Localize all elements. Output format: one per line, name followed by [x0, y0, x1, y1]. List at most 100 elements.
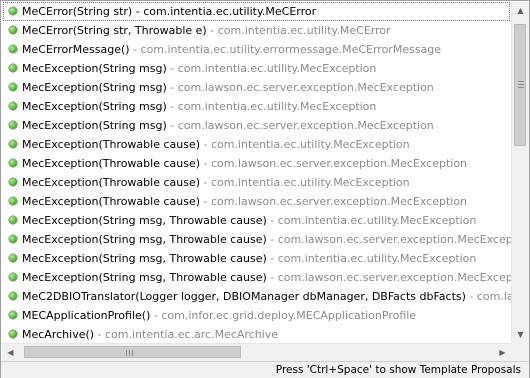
proposal-package: com.lawson.ec.server.exception.MecExcept…: [211, 195, 468, 208]
proposal-separator: -: [166, 62, 178, 75]
proposal-item[interactable]: MeCErrorMessage() - com.intentia.ec.util…: [2, 40, 511, 59]
scroll-down-icon[interactable]: ▼: [512, 326, 529, 343]
vertical-scroll-thumb[interactable]: [514, 24, 526, 146]
public-method-icon: [9, 26, 17, 34]
proposal-item[interactable]: MecArchive() - com.intentia.ec.arc.MecAr…: [2, 325, 511, 343]
proposal-item[interactable]: MecException(String msg) - com.lawson.ec…: [2, 116, 511, 135]
proposal-item[interactable]: MecException(String msg, Throwable cause…: [2, 211, 511, 230]
public-method-icon: [9, 292, 17, 300]
vertical-scrollbar[interactable]: ▲ ▼: [511, 2, 529, 343]
proposal-signature: MeCError(String str, Throwable e): [22, 24, 207, 37]
proposal-signature: MecException(Throwable cause): [22, 138, 201, 151]
proposal-separator: -: [266, 214, 278, 227]
proposal-separator: -: [200, 138, 211, 151]
proposal-item[interactable]: MecException(String msg) - com.intentia.…: [2, 97, 511, 116]
proposal-separator: -: [166, 100, 178, 113]
proposal-package: com.intentia.ec.utility.MecException: [277, 214, 477, 227]
public-method-icon: [9, 273, 17, 281]
proposal-item[interactable]: MecException(String msg, Throwable cause…: [2, 249, 511, 268]
proposal-package: com.lawson.ec.server.exception.MecExcept…: [177, 81, 434, 94]
proposal-package: com.intentia.ec.utility.MecException: [177, 100, 377, 113]
proposal-separator: -: [200, 157, 211, 170]
public-method-icon: [9, 216, 17, 224]
proposal-separator: -: [465, 290, 477, 303]
proposal-separator: -: [150, 309, 162, 322]
proposal-package: com.intentia.ec.utility.MeCError: [143, 5, 317, 18]
proposal-signature: MecException(String msg, Throwable cause…: [22, 233, 267, 246]
scroll-left-icon[interactable]: ◀: [2, 344, 19, 361]
public-method-icon: [9, 45, 17, 53]
proposal-signature: MecException(Throwable cause): [22, 176, 201, 189]
proposal-package: com.lawson.ec.server.exception: [476, 290, 511, 303]
proposal-item[interactable]: MECApplicationProfile() - com.infor.ec.g…: [2, 306, 511, 325]
proposal-item[interactable]: MecException(Throwable cause) - com.inte…: [2, 135, 511, 154]
proposal-separator: -: [266, 271, 278, 284]
proposal-item[interactable]: MecException(String msg) - com.lawson.ec…: [2, 78, 511, 97]
proposal-signature: MecException(Throwable cause): [22, 157, 201, 170]
proposal-signature: MeCError(String str): [22, 5, 133, 18]
proposal-package: com.intentia.ec.arc.MecArchive: [105, 328, 279, 341]
proposal-signature: MECApplicationProfile(): [22, 309, 151, 322]
proposal-package: com.lawson.ec.server.exception.MecExcept…: [211, 157, 468, 170]
horizontal-scroll-thumb[interactable]: [24, 346, 241, 358]
proposal-separator: -: [200, 195, 211, 208]
content-assist-popup: MeCError(String str) - com.intentia.ec.u…: [0, 0, 530, 378]
proposal-package: com.intentia.ec.utility.MecException: [211, 138, 410, 151]
proposal-separator: -: [206, 24, 218, 37]
proposal-package: com.intentia.ec.utility.errormessage.MeC…: [140, 43, 442, 56]
public-method-icon: [9, 330, 17, 338]
public-method-icon: [9, 197, 17, 205]
proposal-package: com.infor.ec.grid.deploy.MECApplicationP…: [161, 309, 417, 322]
proposal-package: com.lawson.ec.server.exception.MecExcept…: [277, 233, 511, 246]
public-method-icon: [9, 83, 17, 91]
public-method-icon: [9, 64, 17, 72]
proposal-signature: MecArchive(): [22, 328, 95, 341]
public-method-icon: [9, 178, 17, 186]
proposal-separator: -: [200, 176, 211, 189]
proposal-package: com.intentia.ec.utility.MecException: [211, 176, 410, 189]
template-proposals-hint: Press 'Ctrl+Space' to show Template Prop…: [275, 364, 521, 376]
proposal-package: com.intentia.ec.utility.MeCError: [217, 24, 391, 37]
proposal-signature: MecException(String msg, Throwable cause…: [22, 271, 267, 284]
public-method-icon: [9, 102, 17, 110]
proposal-signature: MeCErrorMessage(): [22, 43, 130, 56]
proposal-separator: -: [94, 328, 106, 341]
proposal-separator: -: [266, 252, 278, 265]
status-bar: Press 'Ctrl+Space' to show Template Prop…: [1, 361, 529, 378]
proposal-package: com.intentia.ec.utility.MecException: [177, 62, 377, 75]
proposal-signature: MecException(String msg): [22, 62, 167, 75]
proposal-signature: MecException(String msg): [22, 81, 167, 94]
public-method-icon: [9, 311, 17, 319]
proposal-package: com.lawson.ec.server.exception.MecExcept…: [277, 271, 511, 284]
proposal-package: com.lawson.ec.server.exception.MecExcept…: [177, 119, 434, 132]
public-method-icon: [9, 254, 17, 262]
public-method-icon: [9, 121, 17, 129]
proposal-signature: MecException(String msg, Throwable cause…: [22, 252, 267, 265]
scroll-up-icon[interactable]: ▲: [512, 2, 529, 19]
proposal-list[interactable]: MeCError(String str) - com.intentia.ec.u…: [2, 2, 511, 343]
horizontal-scrollbar[interactable]: ◀ ▶: [2, 343, 511, 361]
proposal-signature: MecException(String msg, Throwable cause…: [22, 214, 267, 227]
proposal-item[interactable]: MecException(String msg, Throwable cause…: [2, 268, 511, 287]
proposal-separator: -: [132, 5, 144, 18]
proposal-item[interactable]: MecException(Throwable cause) - com.inte…: [2, 173, 511, 192]
proposal-item[interactable]: MecException(String msg) - com.intentia.…: [2, 59, 511, 78]
proposal-item[interactable]: MeC2DBIOTranslator(Logger logger, DBIOMa…: [2, 287, 511, 306]
proposal-separator: -: [266, 233, 278, 246]
proposal-package: com.intentia.ec.utility.MecException: [277, 252, 477, 265]
public-method-icon: [9, 235, 17, 243]
public-method-icon: [9, 159, 17, 167]
proposal-item[interactable]: MecException(String msg, Throwable cause…: [2, 230, 511, 249]
proposal-signature: MecException(Throwable cause): [22, 195, 201, 208]
public-method-icon: [9, 7, 17, 15]
scroll-right-icon[interactable]: ▶: [494, 344, 511, 361]
proposal-item[interactable]: MeCError(String str) - com.intentia.ec.u…: [2, 2, 511, 21]
proposal-signature: MeC2DBIOTranslator(Logger logger, DBIOMa…: [22, 290, 466, 303]
proposal-item[interactable]: MecException(Throwable cause) - com.laws…: [2, 192, 511, 211]
public-method-icon: [9, 140, 17, 148]
proposal-item[interactable]: MecException(Throwable cause) - com.laws…: [2, 154, 511, 173]
proposal-item[interactable]: MeCError(String str, Throwable e) - com.…: [2, 21, 511, 40]
scrollbar-corner: [511, 343, 529, 361]
proposal-separator: -: [166, 119, 178, 132]
proposal-separator: -: [129, 43, 141, 56]
